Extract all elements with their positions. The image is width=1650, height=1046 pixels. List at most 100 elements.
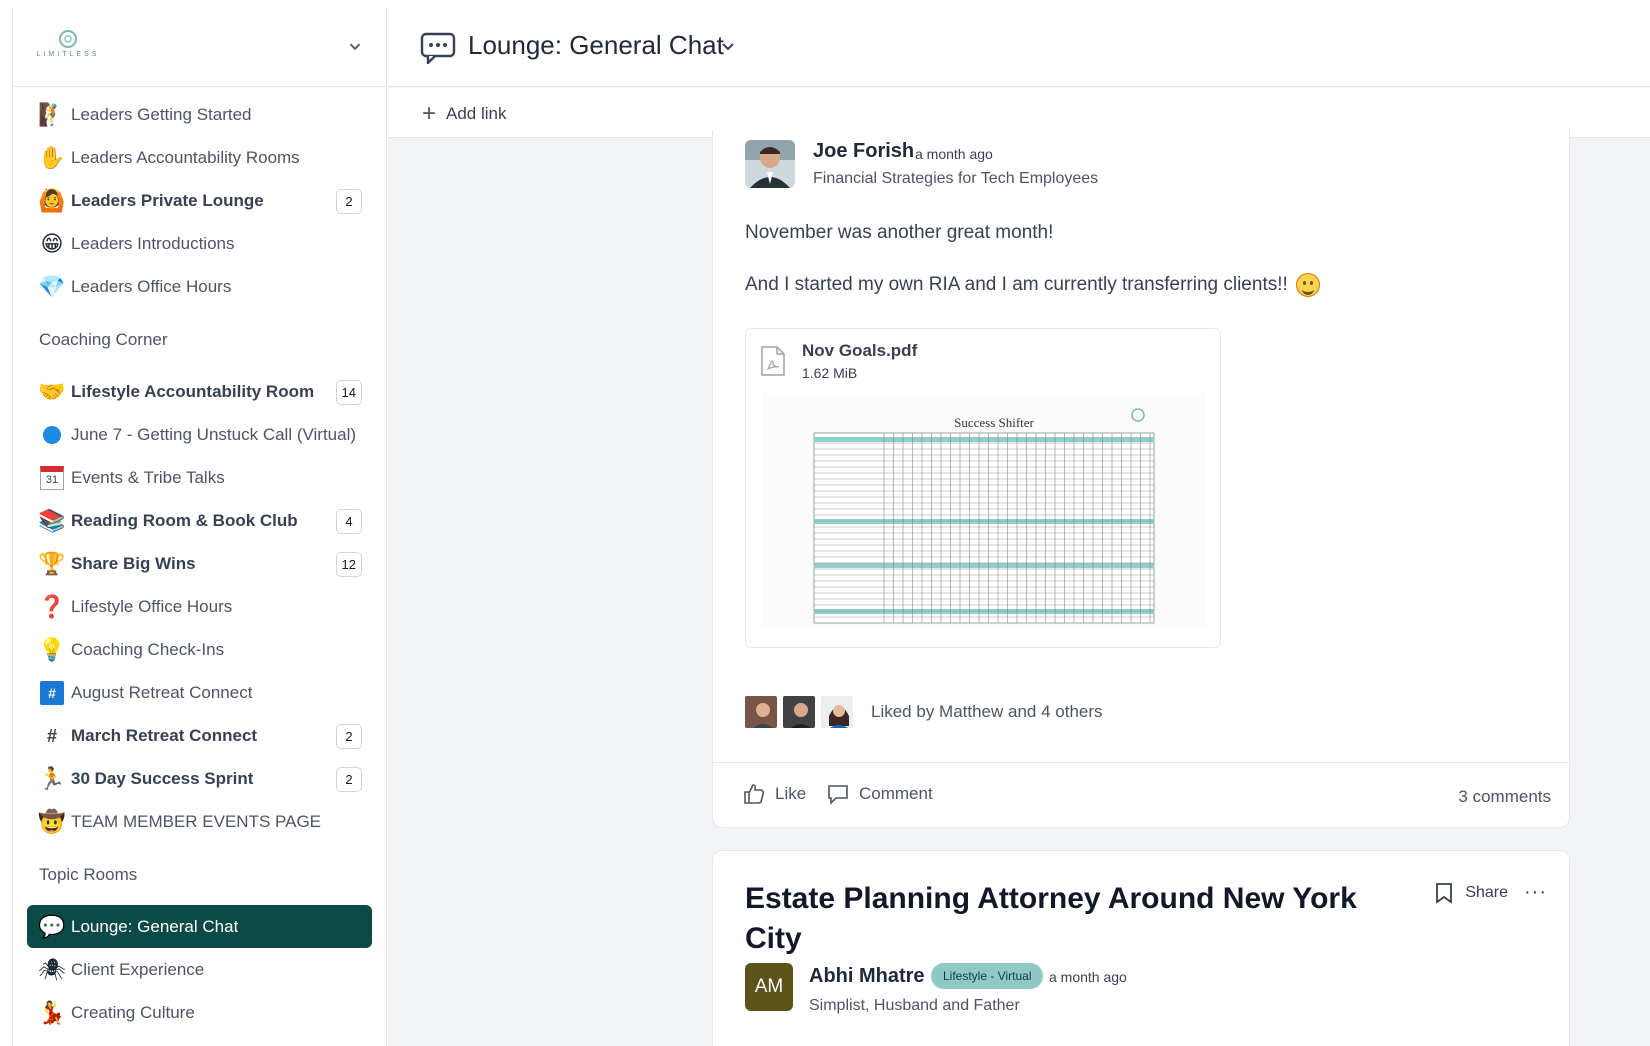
sidebar-section-heading[interactable]: Topic Rooms (27, 843, 372, 905)
sidebar-item-label: June 7 - Getting Unstuck Call (Virtual) (71, 424, 357, 444)
unread-count-badge: 12 (335, 552, 362, 577)
gem-icon: 💎 (38, 273, 66, 299)
liker-avatar (743, 694, 779, 730)
pdf-attachment[interactable]: Nov Goals.pdf 1.62 MiB Success Shifter (745, 328, 1221, 648)
climber-icon: 🧗 (38, 101, 66, 127)
sidebar-item-label: TEAM MEMBER EVENTS PAGE (71, 811, 322, 831)
more-options-icon[interactable]: ··· (1524, 881, 1547, 904)
chat-bubble-icon: 💬 (38, 913, 66, 939)
sidebar-item[interactable]: 🤝 Lifestyle Accountability Room 14 (27, 370, 372, 413)
comment-button[interactable]: Comment (827, 783, 933, 805)
sidebar-item[interactable]: ✋ Leaders Accountability Rooms (27, 136, 372, 179)
pdf-file-icon (761, 346, 785, 376)
sidebar-item[interactable]: June 7 - Getting Unstuck Call (Virtual) (27, 413, 372, 456)
smiley-emoji-icon (1295, 273, 1320, 297)
chat-bubble-icon (420, 32, 456, 64)
author-name[interactable]: Abhi Mhatre (809, 965, 925, 988)
sidebar-item[interactable]: 😁 Leaders Introductions (27, 222, 372, 265)
add-link-label: Add link (446, 104, 507, 123)
calendar-icon: 31 (39, 465, 65, 491)
attachment-name[interactable]: Nov Goals.pdf (802, 341, 917, 361)
likes-text[interactable]: Liked by Matthew and 4 others (871, 702, 1103, 722)
sidebar-item-label: Lounge: General Chat (71, 916, 239, 936)
handshake-icon: 🤝 (38, 378, 66, 404)
author-subtitle: Financial Strategies for Tech Employees (813, 170, 1099, 187)
share-button[interactable]: Share (1465, 884, 1508, 902)
post-paragraph: And I started my own RIA and I am curren… (745, 273, 1320, 297)
sidebar-item-label: Lifestyle Office Hours (71, 596, 233, 616)
sidebar-item[interactable]: 🧗 Leaders Getting Started (27, 93, 372, 136)
like-button[interactable]: Like (743, 783, 806, 805)
sidebar-item-label: Leaders Getting Started (71, 104, 252, 124)
channel-chevron-down-icon[interactable] (720, 39, 736, 55)
spider-icon: 🕷 (38, 956, 66, 982)
hash-icon: # (46, 725, 57, 746)
member-tag-badge: Lifestyle - Virtual (931, 963, 1044, 989)
sidebar-item[interactable]: 💬 Lounge: General Chat (27, 905, 372, 948)
main-panel: Lounge: General Chat + Add link Joe Fori… (388, 8, 1650, 1046)
books-icon: 📚 (38, 507, 66, 533)
goal-tracker-sheet-preview: Success Shifter (762, 393, 1206, 629)
sidebar-item-label: 30 Day Success Sprint (71, 768, 254, 788)
sidebar-item[interactable]: 💃 Creating Culture (27, 991, 372, 1034)
hash-box-icon: # (39, 680, 65, 706)
sidebar-item[interactable]: 31 Events & Tribe Talks (27, 456, 372, 499)
sidebar-item-label: Events & Tribe Talks (71, 467, 225, 487)
sidebar-item-label: Leaders Office Hours (71, 276, 232, 296)
attachment-size: 1.62 MiB (802, 365, 858, 381)
sidebar-item-label: March Retreat Connect (71, 725, 258, 745)
comment-icon (828, 785, 848, 805)
sidebar-section-heading[interactable]: Coaching Corner (27, 308, 372, 370)
logo-text: LIMITLESS (36, 51, 100, 58)
liker-avatar (781, 694, 817, 730)
sidebar-item[interactable]: 🙆 Leaders Private Lounge 2 (27, 179, 372, 222)
question-icon: ❓ (38, 593, 66, 619)
sidebar-item-label: Leaders Private Lounge (71, 190, 264, 210)
likes-summary[interactable]: Liked by Matthew and 4 others (743, 694, 1103, 730)
community-logo[interactable]: LIMITLESS (33, 30, 103, 70)
post-time[interactable]: a month ago (1049, 969, 1127, 985)
attachment-preview[interactable]: Success Shifter (762, 393, 1206, 629)
sidebar-item[interactable]: 🏃 30 Day Success Sprint 2 (27, 757, 372, 800)
blue-dot-icon (39, 422, 65, 448)
sidebar-item[interactable]: ❓ Lifestyle Office Hours (27, 585, 372, 628)
lightbulb-icon: 💡 (38, 636, 66, 662)
sidebar-item-label: Coaching Check-Ins (71, 639, 225, 659)
liker-avatar (819, 694, 855, 730)
author-subtitle: Simplist, Husband and Father (809, 997, 1020, 1014)
chevron-down-icon[interactable] (346, 38, 364, 56)
post-title[interactable]: Estate Planning Attorney Around New York… (745, 879, 1385, 959)
sidebar-item[interactable]: 🏆 Share Big Wins 12 (27, 542, 372, 585)
sidebar: LIMITLESS 🧗 Leaders Getting Started ✋ Leade… (12, 8, 387, 1046)
add-link-button[interactable]: + Add link (422, 102, 507, 126)
comments-count[interactable]: 3 comments (1458, 787, 1551, 807)
sidebar-item-label: Creating Culture (71, 1002, 195, 1022)
post-header-actions: Share ··· (1435, 881, 1547, 904)
bookmark-icon[interactable] (1435, 882, 1453, 904)
trophy-icon: 🏆 (38, 550, 66, 576)
cowboy-icon: 🤠 (38, 808, 66, 834)
sidebar-item[interactable]: 💡 Coaching Check-Ins (27, 628, 372, 671)
post-card: Estate Planning Attorney Around New York… (712, 850, 1570, 1046)
channel-header: Lounge: General Chat (388, 8, 1650, 87)
post-card: Joe Forish a month ago Financial Strateg… (712, 130, 1570, 828)
sidebar-item-label: Client Experience (71, 959, 205, 979)
unread-count-badge: 14 (335, 380, 362, 405)
hand-icon: ✋ (38, 144, 66, 170)
post-time[interactable]: a month ago (915, 146, 993, 162)
author-avatar[interactable] (745, 140, 795, 188)
unread-count-badge: 2 (336, 767, 362, 792)
channel-title[interactable]: Lounge: General Chat (468, 30, 724, 61)
post-paragraph-text: And I started my own RIA and I am curren… (745, 274, 1288, 295)
person-photo-icon (745, 140, 795, 188)
sidebar-item[interactable]: 🤠 TEAM MEMBER EVENTS PAGE (27, 800, 372, 843)
sidebar-item[interactable]: 📚 Reading Room & Book Club 4 (27, 499, 372, 542)
sidebar-item-label: Reading Room & Book Club (71, 510, 298, 530)
preview-title: Success Shifter (954, 415, 1034, 430)
sidebar-item[interactable]: # March Retreat Connect 2 (27, 714, 372, 757)
author-name[interactable]: Joe Forish (813, 140, 914, 163)
author-avatar[interactable]: AM (745, 963, 793, 1011)
sidebar-item[interactable]: 💎 Leaders Office Hours (27, 265, 372, 308)
sidebar-item[interactable]: 🕷 Client Experience (27, 948, 372, 991)
sidebar-item[interactable]: # August Retreat Connect (27, 671, 372, 714)
